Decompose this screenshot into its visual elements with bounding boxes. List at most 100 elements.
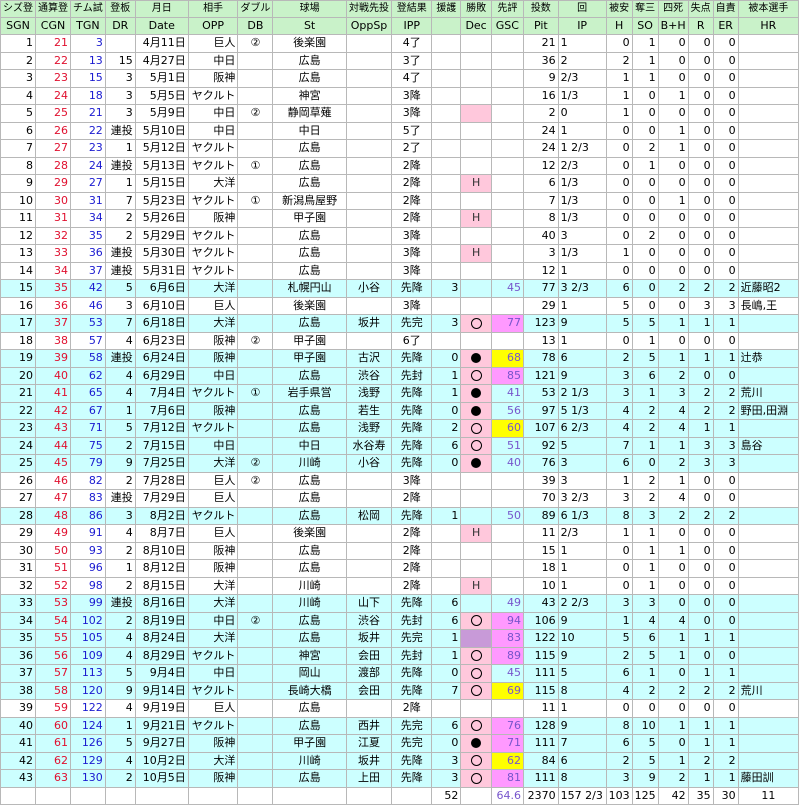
header-cell: 失点 — [687, 0, 714, 18]
ip-cell: 2 1/3 — [557, 384, 607, 403]
date-cell: 8月15日 — [134, 576, 189, 595]
db-cell — [237, 629, 274, 648]
decision-cell — [460, 86, 492, 105]
er-cell: 0 — [712, 594, 739, 613]
run-support-cell: 6 — [431, 716, 462, 735]
tgn-cell: 71 — [70, 419, 106, 438]
empty-cell — [345, 786, 393, 805]
db-cell: ① — [237, 384, 274, 403]
dr-cell: 連投 — [104, 349, 136, 368]
cgn-cell: 59 — [35, 699, 71, 718]
bb-cell: 1 — [657, 541, 689, 560]
table-body: シズ登 通算登 チム試 登板 月日 相手 ダブル 球場 対戦先投 登結果 援護 勝敗 先評 投数回被安 奪三… — [0, 0, 799, 805]
db-cell — [237, 261, 274, 280]
ip-cell: 9 — [557, 646, 607, 665]
cgn-cell: 52 — [35, 576, 71, 595]
run-support-cell — [431, 296, 462, 315]
hits-cell: 4 — [605, 419, 633, 438]
er-cell: 0 — [712, 226, 739, 245]
opp-starter-cell — [345, 51, 393, 70]
bb-cell: 1 — [657, 646, 689, 665]
stadium-cell: 広島 — [272, 611, 347, 630]
sgn-cell: 24 — [0, 436, 36, 455]
bb-cell: 0 — [657, 226, 689, 245]
bb-cell: 0 — [657, 331, 689, 350]
header-cell: 相手 — [187, 0, 239, 18]
runs-cell: 2 — [687, 681, 714, 700]
so-cell: 2 — [631, 471, 659, 490]
decision-cell — [460, 401, 492, 420]
header-cell: 先評 — [490, 0, 524, 18]
run-support-cell: 0 — [431, 734, 462, 753]
hits-cell: 0 — [605, 541, 633, 560]
table-row: 5 25 21 3 5月9日 中日 ② 静岡草薙 3降 2 0 1 0 0 0 0 — [0, 104, 799, 123]
gsc-cell — [490, 174, 524, 193]
stadium-cell: 岡山 — [272, 664, 347, 683]
er-cell: 0 — [712, 51, 739, 70]
opp-starter-cell — [345, 34, 393, 53]
gsc-cell — [490, 34, 524, 53]
er-cell: 0 — [712, 524, 739, 543]
decision-cell — [460, 769, 492, 788]
hr-cell: 荒川 — [737, 384, 799, 403]
so-cell: 0 — [631, 279, 659, 298]
date-cell: 8月16日 — [134, 594, 189, 613]
table-row: 8 28 24 連投 5月13日 ヤクルト ① 広島 2降 12 2/3 0 1 0 0 0 — [0, 156, 799, 175]
date-cell: 10月5日 — [134, 769, 189, 788]
db-cell — [237, 86, 274, 105]
table-row: 1 21 3 4月11日 巨人 ② 後楽園 4了 21 1 0 1 0 0 0 — [0, 34, 799, 53]
opp-cell: 中日 — [187, 366, 239, 385]
bb-cell: 4 — [657, 489, 689, 508]
sgn-cell: 32 — [0, 576, 36, 595]
hr-cell — [737, 366, 799, 385]
so-cell: 1 — [631, 664, 659, 683]
sgn-cell: 33 — [0, 594, 36, 613]
er-cell: 2 — [712, 751, 739, 770]
ipp-cell: 2降 — [391, 576, 433, 595]
opp-cell: 阪神 — [187, 734, 239, 753]
gsc-cell: 62 — [490, 751, 524, 770]
pitches-cell: 111 — [522, 769, 559, 788]
sgn-cell: 17 — [0, 314, 36, 333]
bb-cell: 3 — [657, 384, 689, 403]
hr-cell — [737, 454, 799, 473]
cgn-cell: 43 — [35, 419, 71, 438]
dr-cell: 1 — [104, 139, 136, 158]
opp-cell: 大洋 — [187, 594, 239, 613]
so-cell: 9 — [631, 769, 659, 788]
opp-cell: 阪神 — [187, 559, 239, 578]
stadium-cell: 長崎大橋 — [272, 681, 347, 700]
runs-cell: 0 — [687, 471, 714, 490]
dr-cell: 4 — [104, 646, 136, 665]
so-cell: 5 — [631, 349, 659, 368]
run-support-cell: 7 — [431, 681, 462, 700]
hr-cell — [737, 104, 799, 123]
ipp-cell: 先完 — [391, 734, 433, 753]
tgn-cell: 130 — [70, 769, 106, 788]
so-cell: 0 — [631, 244, 659, 263]
gsc-cell: 81 — [490, 769, 524, 788]
header-cell: GSC — [490, 17, 524, 35]
sgn-cell: 35 — [0, 629, 36, 648]
db-cell — [237, 734, 274, 753]
pitches-cell: 43 — [522, 594, 559, 613]
er-cell: 0 — [712, 174, 739, 193]
opp-starter-cell: 江夏 — [345, 734, 393, 753]
er-cell: 0 — [712, 489, 739, 508]
gsc-cell: 76 — [490, 716, 524, 735]
hits-cell: 4 — [605, 681, 633, 700]
ip-cell: 1/3 — [557, 86, 607, 105]
opp-starter-cell: 古沢 — [345, 349, 393, 368]
decision-cell — [460, 69, 492, 88]
gsc-cell: 56 — [490, 401, 524, 420]
so-cell: 3 — [631, 594, 659, 613]
pitches-cell: 111 — [522, 734, 559, 753]
so-cell: 1 — [631, 436, 659, 455]
ip-cell: 6 — [557, 349, 607, 368]
dr-cell: 1 — [104, 174, 136, 193]
runs-cell: 3 — [687, 454, 714, 473]
opp-starter-cell: 渡部 — [345, 664, 393, 683]
decision-cell — [460, 611, 492, 630]
opp-starter-cell — [345, 489, 393, 508]
bb-cell: 1 — [657, 121, 689, 140]
